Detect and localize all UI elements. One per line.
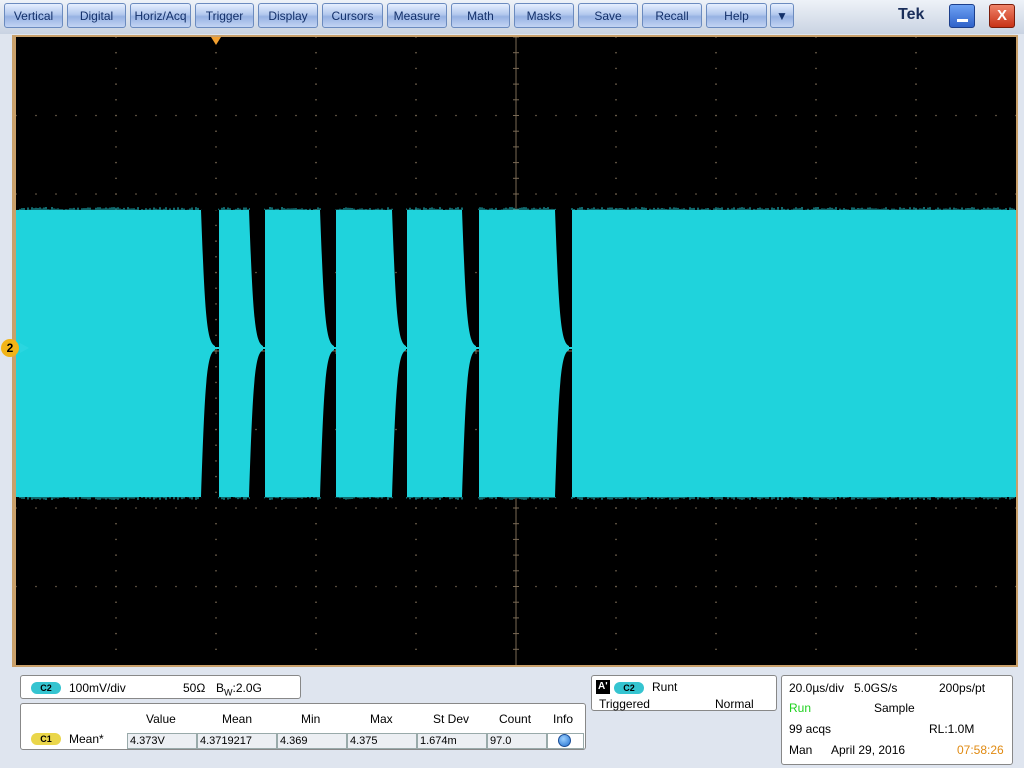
waveform-burst: [16, 210, 201, 497]
close-button[interactable]: X: [989, 4, 1015, 28]
channel-2-ground-marker[interactable]: 2: [1, 339, 19, 357]
menu-help-button[interactable]: Help: [706, 3, 767, 28]
time: 07:58:26: [957, 743, 1004, 757]
measurement-stdev: 1.674m: [417, 733, 487, 749]
waveform-burst: [336, 210, 392, 497]
trigger-type: Runt: [652, 680, 678, 694]
waveform-decay: [462, 210, 476, 497]
menu-masks-button[interactable]: Masks: [514, 3, 574, 28]
header-stdev: St Dev: [433, 712, 470, 726]
trigger-mode: Normal: [715, 697, 754, 711]
channel-1-badge: C1: [31, 733, 61, 745]
trigger-type-badge: A': [596, 680, 610, 694]
menu-display-button[interactable]: Display: [258, 3, 318, 28]
gap-top: [250, 206, 264, 210]
menu-vertical-button[interactable]: Vertical: [4, 3, 63, 28]
header-info: Info: [553, 712, 574, 726]
gap-top: [202, 206, 218, 210]
close-icon: X: [996, 7, 1007, 24]
gap-bottom: [556, 497, 571, 501]
menu-digital-button[interactable]: Digital: [67, 3, 126, 28]
header-count: Count: [499, 712, 532, 726]
vertical-scale: 100mV/div: [69, 681, 126, 695]
bandwidth-label: BW:2.0G: [216, 681, 262, 698]
menu-measure-button[interactable]: Measure: [387, 3, 447, 28]
header-max: Max: [370, 712, 393, 726]
gap-top: [321, 206, 335, 210]
trigger-source-badge: C2: [614, 682, 644, 694]
gap-bottom: [321, 497, 335, 501]
measurement-count: 97.0: [487, 733, 547, 749]
waveform-burst: [572, 210, 1016, 497]
channel-2-arrow-icon: [20, 343, 29, 353]
gap-bottom: [463, 497, 478, 501]
measurement-min: 4.369: [277, 733, 347, 749]
acquisition-count: 99 acqs: [789, 722, 832, 736]
gap-top: [463, 206, 478, 210]
menu-save-button[interactable]: Save: [578, 3, 638, 28]
gap-bottom: [250, 497, 264, 501]
date: April 29, 2016: [831, 743, 906, 757]
run-state: Run: [789, 701, 812, 715]
gap-bottom: [393, 497, 406, 501]
time-resolution: 200ps/pt: [939, 681, 986, 695]
minimize-button[interactable]: [949, 4, 975, 28]
input-impedance: 50Ω: [183, 681, 206, 695]
waveform-burst: [407, 210, 462, 497]
gap-top: [556, 206, 571, 210]
timebase: 20.0µs/div: [789, 681, 844, 695]
graticule-grid: [16, 37, 1016, 665]
info-icon[interactable]: [558, 734, 571, 747]
waveform-decay: [201, 210, 215, 497]
channel-2-badge: C2: [31, 682, 61, 694]
acquisition-mode: Sample: [874, 701, 915, 715]
measurement-mean: 4.3719217: [197, 733, 277, 749]
gap-top: [393, 206, 406, 210]
trigger-status: Triggered: [599, 697, 650, 711]
control-mode: Man: [789, 743, 813, 757]
header-value: Value: [146, 712, 176, 726]
sample-rate: 5.0GS/s: [854, 681, 898, 695]
channel-2-waveform: [16, 206, 1016, 501]
menu-math-button[interactable]: Math: [451, 3, 510, 28]
waveform-decay: [249, 210, 263, 497]
waveform-decay: [555, 210, 569, 497]
menu-cursors-button[interactable]: Cursors: [322, 3, 383, 28]
measurement-value: 4.373V: [127, 733, 197, 749]
waveform-decay: [320, 210, 334, 497]
waveform-burst: [265, 210, 320, 497]
trigger-position-marker[interactable]: [211, 37, 221, 45]
menu-trigger-button[interactable]: Trigger: [195, 3, 254, 28]
menu-horiz-acq-button[interactable]: Horiz/Acq: [130, 3, 191, 28]
menu-dropdown-button[interactable]: ▼: [770, 3, 794, 28]
waveform-decay: [392, 210, 406, 497]
menu-recall-button[interactable]: Recall: [642, 3, 702, 28]
header-mean: Mean: [222, 712, 253, 726]
measurement-max: 4.375: [347, 733, 417, 749]
record-length: RL:1.0M: [929, 722, 975, 736]
measurement-info-cell[interactable]: [547, 733, 584, 749]
waveform-burst: [219, 210, 249, 497]
measurement-name[interactable]: Mean*: [69, 732, 104, 746]
gap-bottom: [202, 497, 218, 501]
header-min: Min: [301, 712, 321, 726]
waveform-burst: [479, 210, 555, 497]
tek-logo: Tek: [898, 6, 925, 23]
waveform-display[interactable]: [16, 37, 1016, 665]
